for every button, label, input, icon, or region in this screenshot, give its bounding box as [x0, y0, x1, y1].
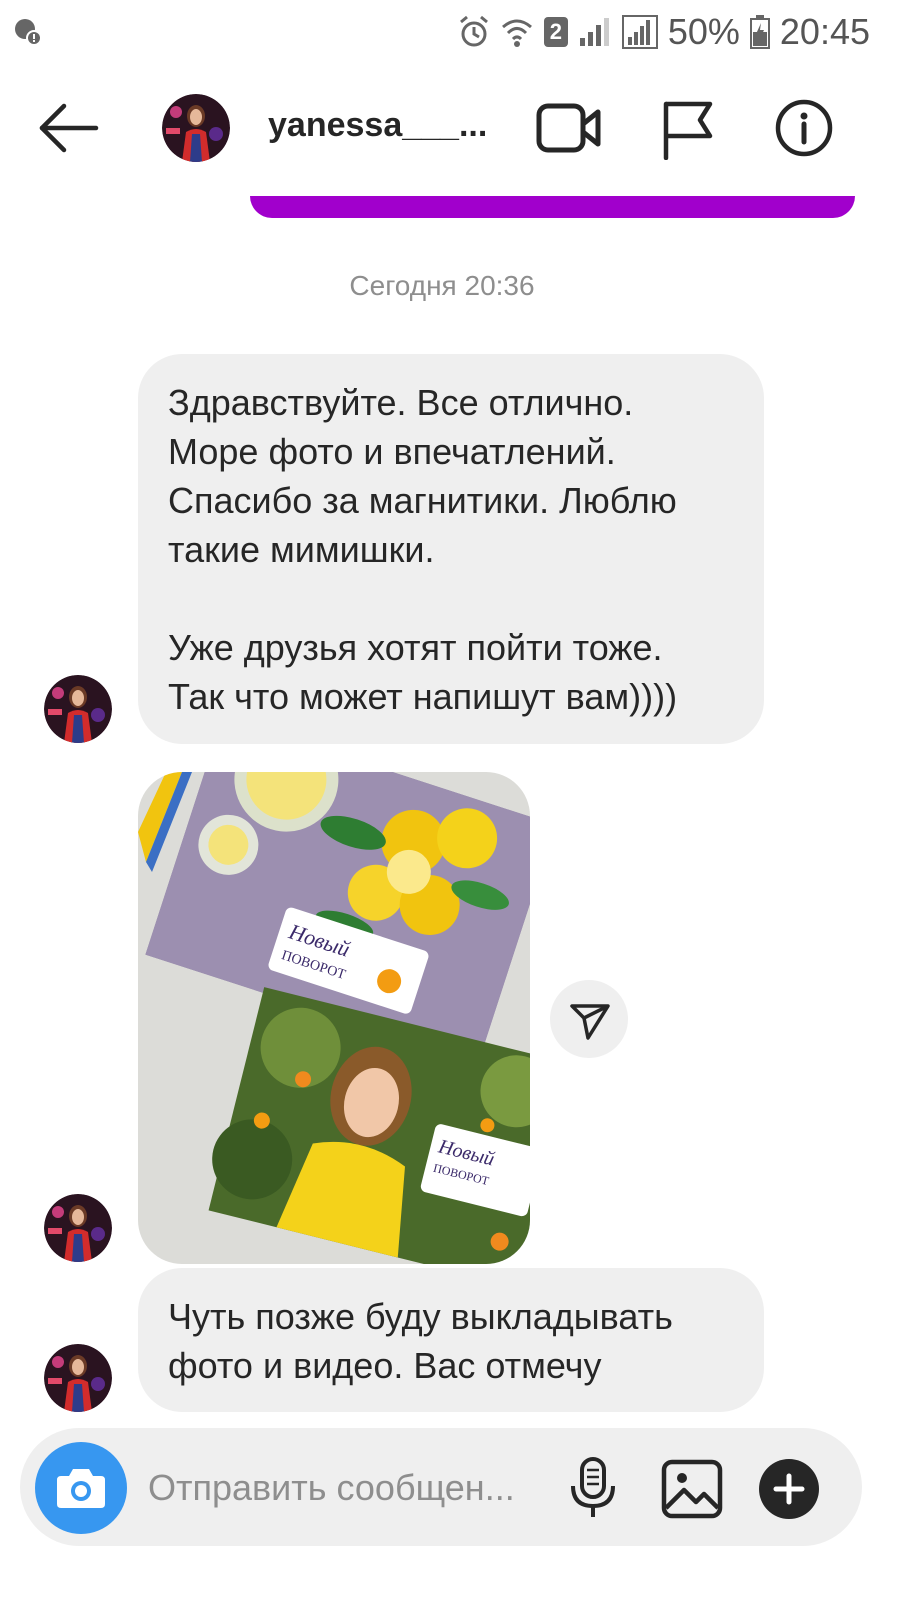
sim-badge: 2: [543, 17, 568, 47]
message-input[interactable]: [148, 1464, 548, 1512]
avatar[interactable]: [44, 1344, 112, 1412]
location-icon: [15, 19, 42, 46]
plus-icon[interactable]: [758, 1458, 820, 1520]
camera-button[interactable]: [35, 1442, 127, 1534]
info-icon[interactable]: [774, 98, 834, 158]
avatar[interactable]: [44, 1194, 112, 1262]
clock: 20:45: [779, 11, 870, 52]
flag-icon[interactable]: [660, 98, 716, 160]
status-bar: 2 50% 20:45: [0, 0, 900, 64]
username[interactable]: yanessa___...: [268, 106, 487, 145]
photo-message[interactable]: Новый ПОВОРОТ Новый ПОВОРОТ: [138, 772, 530, 1264]
microphone-icon[interactable]: [568, 1456, 618, 1520]
message-bubble[interactable]: Здравствуйте. Все отлично. Море фото и в…: [138, 354, 764, 744]
video-call-icon[interactable]: [536, 98, 602, 158]
alarm-icon: [459, 15, 488, 47]
share-button[interactable]: [550, 980, 628, 1058]
battery-icon: [749, 15, 770, 49]
gallery-icon[interactable]: [660, 1458, 724, 1520]
sent-message-bubble[interactable]: [250, 196, 855, 218]
signal-icon-2: [621, 15, 658, 49]
magnets-photo: Новый ПОВОРОТ Новый ПОВОРОТ: [138, 772, 530, 1264]
message-bubble[interactable]: Чуть позже буду выкладывать фото и видео…: [138, 1268, 764, 1412]
avatar[interactable]: [162, 94, 230, 162]
battery-percent: 50%: [667, 11, 740, 52]
send-icon: [570, 1004, 610, 1040]
avatar[interactable]: [44, 675, 112, 743]
timestamp: Сегодня 20:36: [349, 270, 535, 301]
back-arrow-icon[interactable]: [38, 98, 102, 158]
wifi-icon: [501, 19, 532, 47]
camera-icon: [57, 1469, 105, 1508]
signal-icon: [579, 18, 609, 46]
